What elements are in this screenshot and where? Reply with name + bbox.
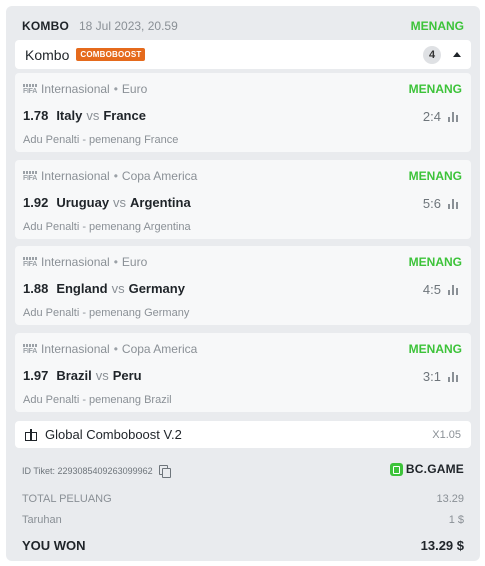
match-status: MENANG xyxy=(408,169,462,183)
match-card[interactable]: FIFA Internasional • Euro MENANG 1.78 It… xyxy=(15,73,471,152)
match-score: 3:1 xyxy=(422,369,441,384)
comboboost-name: Global Comboboost V.2 xyxy=(45,427,182,442)
match-score: 4:5 xyxy=(422,282,441,297)
home-team: Brazil xyxy=(56,368,92,383)
fifa-icon: FIFA xyxy=(23,256,37,268)
chevron-up-icon[interactable] xyxy=(453,52,461,57)
match-card[interactable]: FIFA Internasional • Copa America MENANG… xyxy=(15,333,471,412)
match-line: 1.97 Brazil vs Peru xyxy=(23,368,142,383)
vs-label: vs xyxy=(113,195,127,210)
comboboost-badge: COMBOBOOST xyxy=(76,48,146,61)
separator-dot: • xyxy=(113,342,118,356)
stats-icon[interactable] xyxy=(448,199,460,209)
away-team: Peru xyxy=(112,368,142,383)
home-team: Uruguay xyxy=(56,195,110,210)
separator-dot: • xyxy=(113,169,118,183)
vs-label: vs xyxy=(86,108,100,123)
stats-icon[interactable] xyxy=(448,112,460,122)
match-pick: Adu Penalti - pemenang Germany xyxy=(23,307,190,319)
match-category: Internasional xyxy=(41,169,110,183)
match-line: 1.78 Italy vs France xyxy=(23,108,146,123)
separator-dot: • xyxy=(113,255,118,269)
match-line: 1.92 Uruguay vs Argentina xyxy=(23,195,191,210)
comboboost-multiplier: X1.05 xyxy=(432,428,461,441)
match-league: FIFA Internasional • Copa America xyxy=(23,342,197,356)
fifa-icon: FIFA xyxy=(23,343,37,355)
stake-label: Taruhan xyxy=(22,514,62,526)
away-team: Germany xyxy=(128,281,185,296)
total-odds-label: TOTAL PELUANG xyxy=(22,493,112,505)
bet-datetime: 18 Jul 2023, 20.59 xyxy=(79,19,178,33)
match-competition: Euro xyxy=(121,82,148,96)
comboboost-row: Global Comboboost V.2 X1.05 xyxy=(15,421,471,448)
fifa-icon: FIFA xyxy=(23,83,37,95)
match-league: FIFA Internasional • Copa America xyxy=(23,169,197,183)
away-team: Argentina xyxy=(130,195,191,210)
match-category: Internasional xyxy=(41,255,110,269)
match-pick: Adu Penalti - pemenang France xyxy=(23,134,179,146)
match-competition: Copa America xyxy=(121,169,198,183)
match-pick: Adu Penalti - pemenang Argentina xyxy=(23,221,191,233)
match-score: 2:4 xyxy=(422,109,441,124)
home-team: England xyxy=(56,281,108,296)
match-competition: Euro xyxy=(121,255,148,269)
match-league: FIFA Internasional • Euro xyxy=(23,82,147,96)
stake-row: Taruhan 1 $ xyxy=(22,514,464,526)
match-score: 5:6 xyxy=(422,196,441,211)
match-line: 1.88 England vs Germany xyxy=(23,281,185,296)
match-league: FIFA Internasional • Euro xyxy=(23,255,147,269)
match-status: MENANG xyxy=(408,255,462,269)
total-odds-value: 13.29 xyxy=(436,493,464,505)
match-odds: 1.97 xyxy=(23,368,49,383)
bet-slip-card: KOMBO 18 Jul 2023, 20.59 MENANG Kombo CO… xyxy=(6,6,480,561)
stats-icon[interactable] xyxy=(448,285,460,295)
ticket-id-row: ID Tiket: 2293085409263099962 xyxy=(22,465,171,478)
match-category: Internasional xyxy=(41,342,110,356)
match-card[interactable]: FIFA Internasional • Copa America MENANG… xyxy=(15,160,471,239)
gift-icon xyxy=(25,428,37,441)
match-status: MENANG xyxy=(408,342,462,356)
ticket-id: ID Tiket: 2293085409263099962 xyxy=(22,465,153,476)
selection-count-badge: 4 xyxy=(423,45,441,64)
brand-logo: BC.GAME xyxy=(389,462,464,476)
match-category: Internasional xyxy=(41,82,110,96)
slip-header: KOMBO 18 Jul 2023, 20.59 MENANG xyxy=(22,16,464,36)
combo-title: Kombo xyxy=(25,46,70,63)
brand-name: BC.GAME xyxy=(405,462,464,476)
match-odds: 1.88 xyxy=(23,281,49,296)
separator-dot: • xyxy=(113,82,118,96)
copy-icon[interactable] xyxy=(158,465,171,478)
match-card[interactable]: FIFA Internasional • Euro MENANG 1.88 En… xyxy=(15,246,471,325)
home-team: Italy xyxy=(56,108,83,123)
payout-value: 13.29 $ xyxy=(420,538,464,553)
vs-label: vs xyxy=(95,368,109,383)
away-team: France xyxy=(103,108,146,123)
payout-row: YOU WON 13.29 $ xyxy=(22,538,464,553)
bcgame-logo-icon xyxy=(389,462,403,476)
match-pick: Adu Penalti - pemenang Brazil xyxy=(23,394,172,406)
vs-label: vs xyxy=(111,281,125,296)
bet-status: MENANG xyxy=(410,19,464,33)
match-competition: Copa America xyxy=(121,342,198,356)
bet-type-label: KOMBO xyxy=(22,19,69,33)
total-odds-row: TOTAL PELUANG 13.29 xyxy=(22,493,464,505)
stake-value: 1 $ xyxy=(448,514,464,526)
combo-toggle[interactable]: Kombo COMBOBOOST 4 xyxy=(15,40,471,69)
match-odds: 1.92 xyxy=(23,195,49,210)
match-status: MENANG xyxy=(408,82,462,96)
stats-icon[interactable] xyxy=(448,372,460,382)
match-odds: 1.78 xyxy=(23,108,49,123)
fifa-icon: FIFA xyxy=(23,170,37,182)
payout-label: YOU WON xyxy=(22,538,86,553)
